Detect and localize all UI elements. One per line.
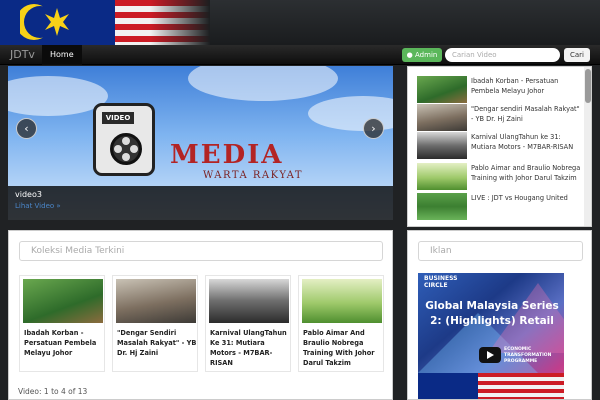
slider-next-button[interactable]: › <box>363 118 384 139</box>
slider-title: MEDIA <box>170 140 284 170</box>
list-item[interactable]: LIVE : JDT vs Hougang United <box>417 193 582 220</box>
advertisement-banner[interactable]: BUSINESS CIRCLE Global Malaysia Series 2… <box>418 273 564 399</box>
list-item[interactable]: Karnival UlangTahun ke 31: Mutiara Motor… <box>417 132 582 159</box>
list-item-title[interactable]: Ibadah Korban - Persatuan Pembela Melayu… <box>471 76 581 96</box>
brand-logo[interactable]: JDTv <box>10 48 35 61</box>
list-item-title[interactable]: LIVE : JDT vs Hougang United <box>471 193 581 203</box>
scrollbar[interactable] <box>584 67 591 226</box>
list-item-title[interactable]: "Dengar sendiri Masalah Rakyat" - YB Dr.… <box>471 104 581 124</box>
list-item-title[interactable]: Karnival UlangTahun ke 31: Mutiara Motor… <box>471 132 581 152</box>
ad-etp-label: ECONOMIC TRANSFORMATION PROGRAMME <box>504 347 552 364</box>
chevron-left-icon: ‹ <box>24 122 29 135</box>
video-thumbnail[interactable] <box>116 279 196 323</box>
list-item[interactable]: "Dengar sendiri Masalah Rakyat" - YB Dr.… <box>417 104 582 131</box>
media-card[interactable]: Pablo Aimar And Braulio Nobrega Training… <box>298 275 384 372</box>
video-thumbnail[interactable] <box>23 279 103 323</box>
video-thumbnail[interactable] <box>417 132 467 159</box>
slider-subtitle: WARTA RAKYAT <box>203 170 304 181</box>
admin-button-label: Admin <box>415 51 438 59</box>
play-icon[interactable] <box>479 347 501 363</box>
panel-title: Koleksi Media Terkini <box>19 241 383 261</box>
media-collection-panel: Koleksi Media Terkini Ibadah Korban - Pe… <box>8 230 393 400</box>
video-reel-icon: VIDEO <box>93 103 155 176</box>
slider-caption-title: video3 <box>15 190 42 199</box>
video-thumbnail[interactable] <box>417 163 467 190</box>
video-thumbnail[interactable] <box>417 104 467 131</box>
header-banner <box>0 0 600 45</box>
featured-video-slider[interactable]: VIDEO MEDIA WARTA RAKYAT video3 Lihat Vi… <box>8 66 393 220</box>
ad-business-label: BUSINESS CIRCLE <box>424 275 458 289</box>
nav-home-link[interactable]: Home <box>42 45 82 65</box>
video-thumbnail[interactable] <box>417 76 467 103</box>
video-thumbnail[interactable] <box>417 193 467 220</box>
ads-panel: Iklan BUSINESS CIRCLE Global Malaysia Se… <box>407 230 592 400</box>
media-card-title[interactable]: "Dengar Sendiri Masalah Rakyat" - YB Dr.… <box>117 328 197 358</box>
watch-video-link[interactable]: Lihat Video » <box>15 202 61 210</box>
user-icon: ● <box>406 51 413 59</box>
malaysia-flag-image <box>418 373 564 399</box>
chevron-right-icon: › <box>371 122 376 135</box>
video-list: Ibadah Korban - Persatuan Pembela Melayu… <box>407 66 592 227</box>
media-card[interactable]: "Dengar Sendiri Masalah Rakyat" - YB Dr.… <box>112 275 198 372</box>
pagination-count: Video: 1 to 4 of 13 <box>18 387 88 396</box>
malaysia-flag-image <box>0 0 210 45</box>
panel-title: Iklan <box>418 241 583 261</box>
video-tag: VIDEO <box>102 112 134 124</box>
media-card-title[interactable]: Karnival UlangTahun Ke 31: Mutiara Motor… <box>210 328 290 368</box>
slider-caption: video3 Lihat Video » <box>8 186 393 220</box>
navbar: JDTv Home ● Admin Cari <box>0 45 600 65</box>
media-card-title[interactable]: Pablo Aimar And Braulio Nobrega Training… <box>303 328 383 368</box>
search-input[interactable] <box>445 48 560 62</box>
media-card[interactable]: Ibadah Korban - Persatuan Pembela Melayu… <box>19 275 105 372</box>
list-item-title[interactable]: Pablo Aimar and Braulio Nobrega Training… <box>471 163 581 183</box>
ad-headline: Global Malaysia Series 2: (Highlights) R… <box>425 300 559 327</box>
media-card[interactable]: Karnival UlangTahun Ke 31: Mutiara Motor… <box>205 275 291 372</box>
video-thumbnail[interactable] <box>209 279 289 323</box>
media-card-title[interactable]: Ibadah Korban - Persatuan Pembela Melayu… <box>24 328 104 358</box>
video-thumbnail[interactable] <box>302 279 382 323</box>
list-item[interactable]: Pablo Aimar and Braulio Nobrega Training… <box>417 163 582 190</box>
search-button[interactable]: Cari <box>564 48 590 62</box>
list-item[interactable]: Ibadah Korban - Persatuan Pembela Melayu… <box>417 76 582 103</box>
slider-prev-button[interactable]: ‹ <box>16 118 37 139</box>
admin-button[interactable]: ● Admin <box>402 48 442 62</box>
